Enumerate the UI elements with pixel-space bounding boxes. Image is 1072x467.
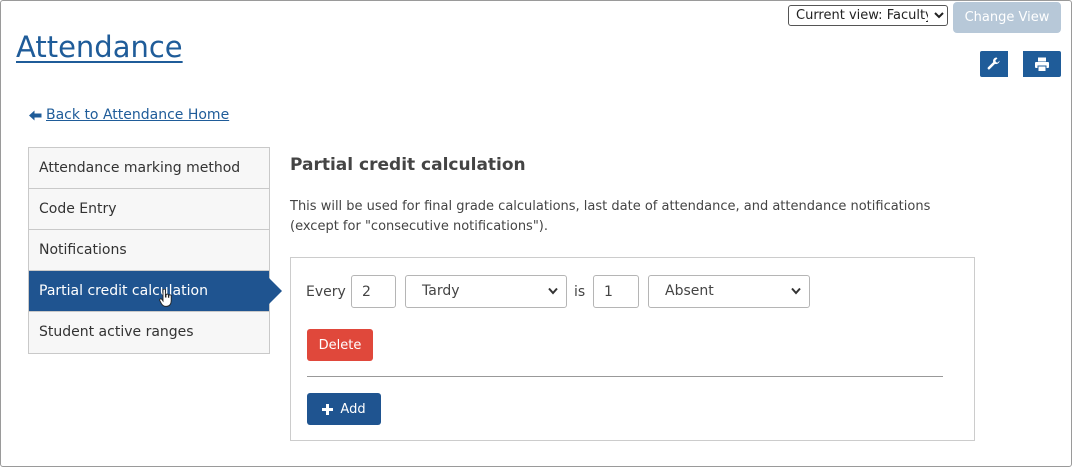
- is-label: is: [574, 284, 586, 300]
- sidebar-item-label: Student active ranges: [39, 324, 194, 340]
- code-select[interactable]: Tardy: [405, 275, 567, 308]
- page-title[interactable]: Attendance: [16, 30, 183, 64]
- add-button[interactable]: Add: [307, 393, 381, 425]
- every-label: Every: [306, 284, 346, 300]
- code-select-value: Tardy: [422, 283, 460, 299]
- divider: [307, 376, 943, 377]
- sidebar-item-code-entry[interactable]: Code Entry: [29, 189, 269, 230]
- sidebar-item-label: Code Entry: [39, 201, 117, 217]
- back-to-home-link[interactable]: Back to Attendance Home: [29, 107, 229, 123]
- sidebar-item-marking-method[interactable]: Attendance marking method: [29, 148, 269, 189]
- change-view-button[interactable]: Change View: [953, 2, 1061, 33]
- delete-button[interactable]: Delete: [307, 329, 373, 361]
- sidebar-item-notifications[interactable]: Notifications: [29, 230, 269, 271]
- section-title: Partial credit calculation: [290, 155, 526, 175]
- chevron-down-icon: [791, 287, 801, 295]
- sidebar-item-partial-credit[interactable]: Partial credit calculation: [29, 271, 282, 312]
- sidebar-item-label: Notifications: [39, 242, 127, 258]
- chevron-down-icon: [548, 287, 558, 295]
- tools-button[interactable]: [980, 51, 1008, 77]
- section-description: This will be used for final grade calcul…: [290, 199, 931, 234]
- sidebar-item-label: Attendance marking method: [39, 160, 241, 176]
- arrow-left-icon: [29, 110, 42, 120]
- sidebar-item-label: Partial credit calculation: [39, 283, 208, 299]
- plus-icon: [322, 403, 334, 415]
- print-button[interactable]: [1023, 51, 1061, 77]
- back-link-label: Back to Attendance Home: [46, 107, 230, 123]
- result-select-value: Absent: [665, 283, 714, 299]
- hand-cursor-icon: [159, 289, 172, 307]
- current-view-select[interactable]: Current view: Faculty: [788, 5, 948, 26]
- settings-sidebar: Attendance marking method Code Entry Not…: [28, 147, 282, 354]
- rule-panel: Every Tardy is Absent Delete Add: [290, 257, 975, 441]
- add-button-label: Add: [340, 401, 366, 417]
- wrench-icon: [987, 57, 1000, 70]
- result-select[interactable]: Absent: [648, 275, 810, 308]
- sidebar-item-active-ranges[interactable]: Student active ranges: [29, 312, 269, 353]
- equals-input[interactable]: [593, 275, 639, 308]
- count-input[interactable]: [351, 275, 396, 308]
- printer-icon: [1035, 57, 1049, 72]
